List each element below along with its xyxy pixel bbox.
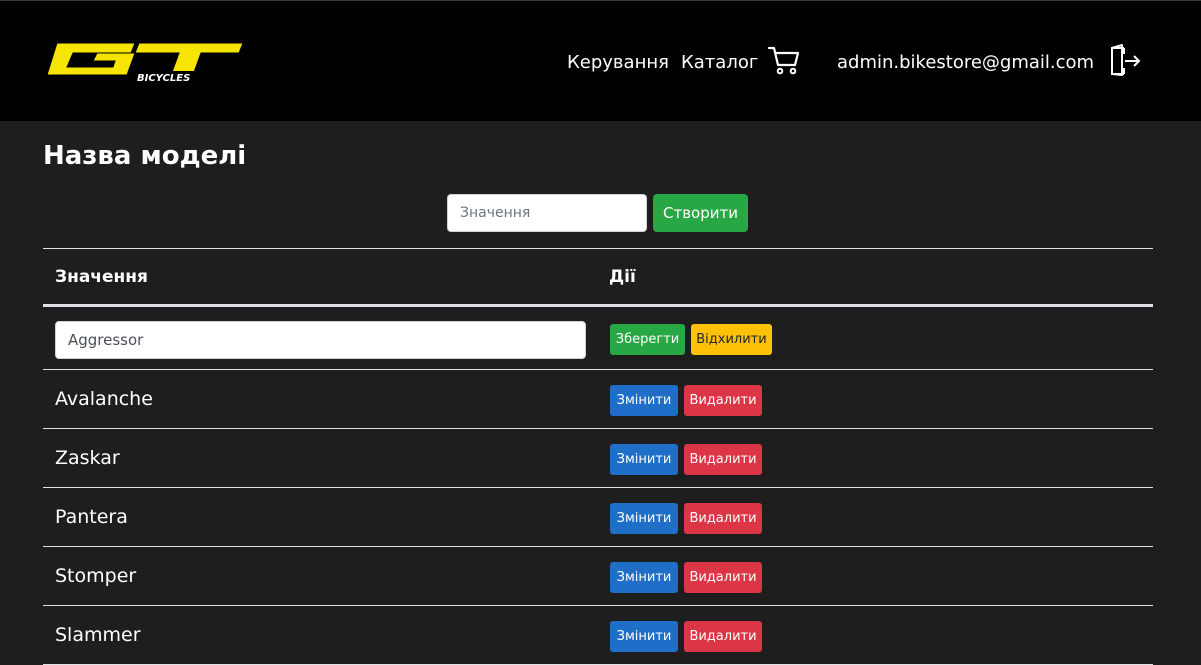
edit-button[interactable]: Змінити: [610, 503, 678, 534]
column-header-actions: Дії: [609, 267, 636, 287]
edit-button[interactable]: Змінити: [610, 562, 678, 593]
table-row: Stomper Змінити Видалити: [43, 547, 1153, 606]
row-value: Pantera: [55, 506, 128, 528]
nav-catalog-link[interactable]: Каталог: [681, 51, 758, 75]
gt-bicycles-logo[interactable]: BICYCLES: [43, 41, 245, 85]
row-value: Avalanche: [55, 388, 153, 410]
delete-button[interactable]: Видалити: [684, 621, 762, 652]
table-row: Zaskar Змінити Видалити: [43, 429, 1153, 488]
column-header-value: Значення: [55, 267, 148, 287]
svg-text:BICYCLES: BICYCLES: [137, 73, 190, 84]
row-value: Slammer: [55, 624, 141, 646]
edit-button[interactable]: Змінити: [610, 621, 678, 652]
table-row: Avalanche Змінити Видалити: [43, 370, 1153, 429]
nav-manage-link[interactable]: Керування: [567, 51, 669, 75]
edit-button[interactable]: Змінити: [610, 385, 678, 416]
user-email[interactable]: admin.bikestore@gmail.com: [837, 51, 1094, 75]
delete-button[interactable]: Видалити: [684, 503, 762, 534]
table-header: Значення Дії: [43, 249, 1153, 307]
save-button[interactable]: Зберегти: [610, 324, 685, 355]
create-button[interactable]: Створити: [653, 194, 748, 232]
table-row: Pantera Змінити Видалити: [43, 488, 1153, 547]
reject-button[interactable]: Відхилити: [691, 324, 772, 355]
top-navbar: BICYCLES Керування Каталог admin.bikesto…: [0, 0, 1201, 121]
table-row: Slammer Змінити Видалити: [43, 606, 1153, 665]
cart-icon[interactable]: [767, 45, 801, 75]
delete-button[interactable]: Видалити: [684, 444, 762, 475]
delete-button[interactable]: Видалити: [684, 562, 762, 593]
row-value: Zaskar: [55, 447, 120, 469]
delete-button[interactable]: Видалити: [684, 385, 762, 416]
new-value-input[interactable]: [447, 194, 647, 232]
edit-value-input[interactable]: [55, 321, 586, 359]
page-title: Назва моделі: [43, 141, 247, 171]
row-value: Stomper: [55, 565, 137, 587]
table-row-editing: Зберегти Відхилити: [43, 307, 1153, 370]
models-table: Значення Дії Зберегти Відхилити Avalanch…: [43, 248, 1153, 665]
logout-icon[interactable]: [1108, 44, 1142, 76]
edit-button[interactable]: Змінити: [610, 444, 678, 475]
